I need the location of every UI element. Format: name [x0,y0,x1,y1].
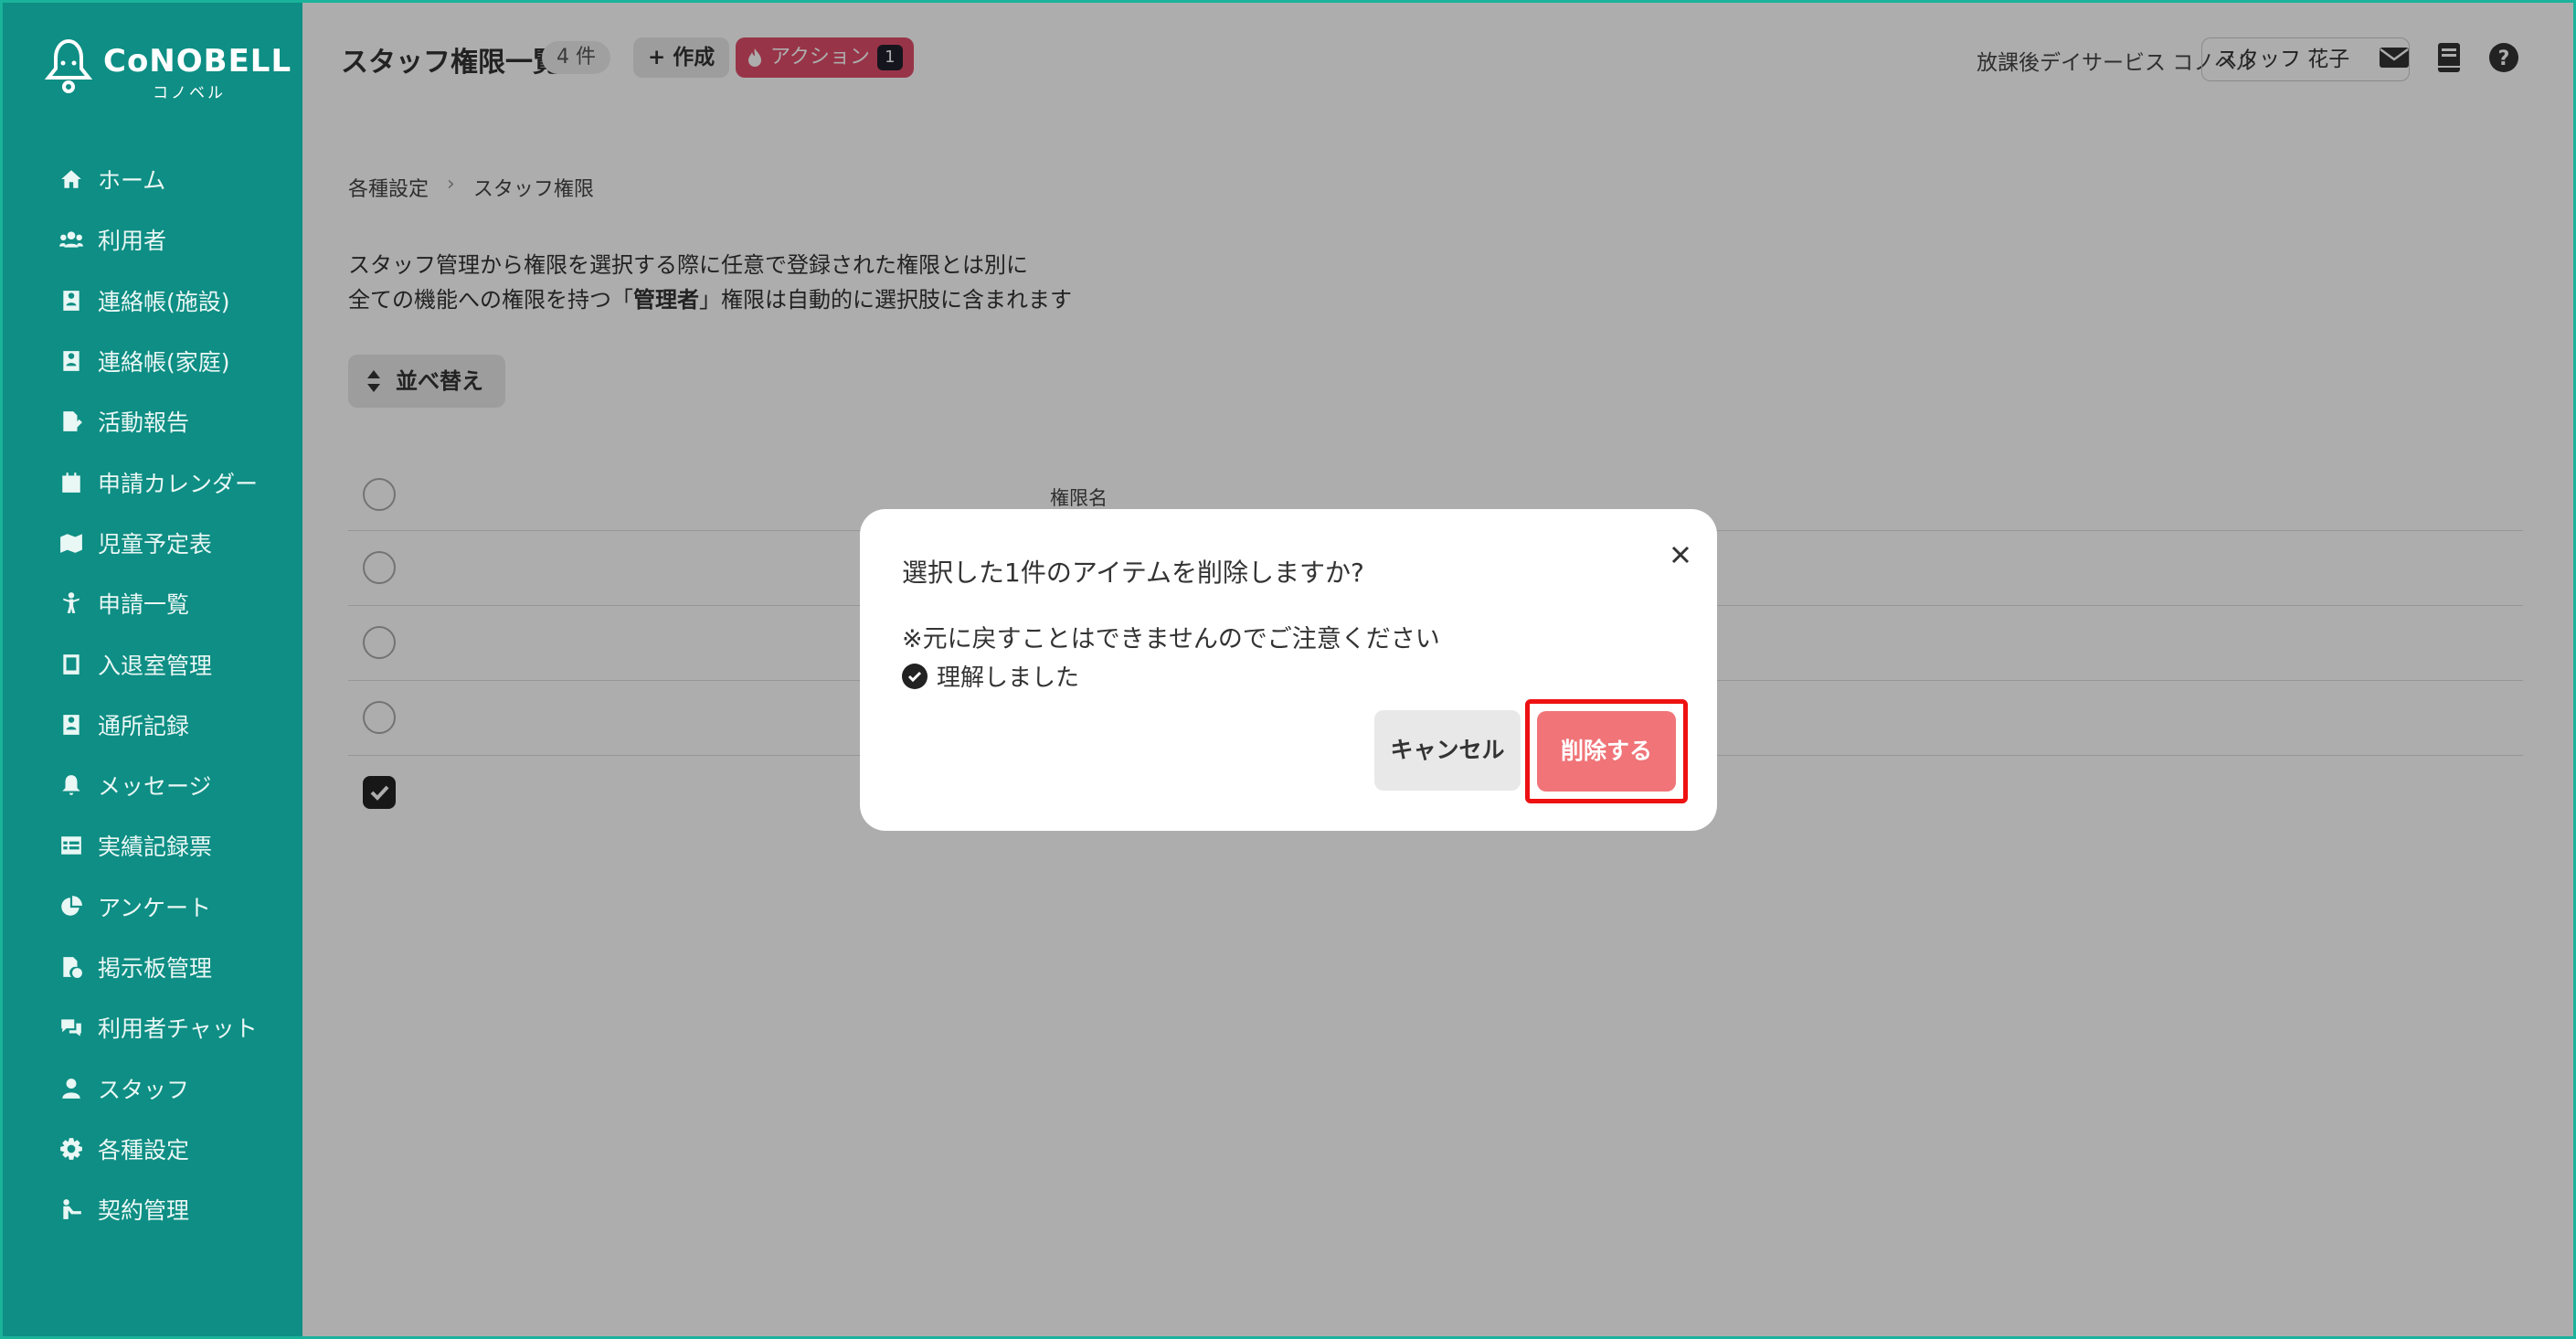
sidebar-item-entry-exit[interactable]: 入退室管理 [3,633,302,694]
sidebar-item-label: 入退室管理 [98,652,213,679]
board-icon [56,953,87,981]
child-icon [56,590,87,617]
close-icon[interactable] [1664,538,1697,571]
delete-confirm-dialog: 選択した1件のアイテムを削除しますか? ※元に戻すことはできませんのでご注意くだ… [860,509,1717,831]
table-icon [56,832,87,859]
tablet-icon [56,651,87,678]
sidebar-item-label: 契約管理 [98,1197,190,1225]
bell-logo-icon [44,38,93,93]
logo-text: CoNOBELL [103,43,292,80]
record-icon [56,711,87,739]
schedule-icon [56,529,87,557]
gear-icon [56,1135,87,1163]
sidebar-item-settings[interactable]: 各種設定 [3,1119,302,1179]
sidebar-item-activity-report[interactable]: 活動報告 [3,391,302,452]
sidebar-item-survey[interactable]: アンケート [3,877,302,937]
delete-button[interactable]: 削除する [1537,711,1676,792]
logo[interactable]: CoNOBELL コノベル [43,37,291,102]
users-icon [56,226,87,253]
bell-icon [56,771,87,799]
sidebar-item-users[interactable]: 利用者 [3,209,302,270]
sidebar-item-label: 実績記録票 [98,834,213,861]
staff-icon [56,1075,87,1102]
understood-checkbox[interactable]: 理解しました [902,659,1079,693]
sidebar-item-user-chat[interactable]: 利用者チャット [3,997,302,1057]
sidebar-item-request-calendar[interactable]: 申請カレンダー [3,452,302,512]
sidebar-item-board-management[interactable]: 掲示板管理 [3,937,302,997]
sidebar-item-label: メッセージ [98,773,212,801]
sidebar-item-request-list[interactable]: 申請一覧 [3,573,302,633]
sidebar-item-contact-home[interactable]: 連絡帳(家庭) [3,331,302,391]
sidebar-item-label: ホーム [98,167,166,195]
cancel-button[interactable]: キャンセル [1374,710,1521,791]
sidebar-item-contact-facility[interactable]: 連絡帳(施設) [3,271,302,331]
dialog-warning: ※元に戻すことはできませんのでご注意ください [902,625,1440,654]
sidebar-item-staff[interactable]: スタッフ [3,1057,302,1118]
home-icon [56,165,87,193]
report-icon [56,408,87,435]
sidebar-item-contract[interactable]: 契約管理 [3,1179,302,1239]
sidebar-item-label: 通所記録 [98,712,190,739]
sidebar-item-label: 利用者チャット [98,1015,258,1043]
calendar-icon [56,469,87,496]
pie-icon [56,893,87,920]
sidebar-item-label: 申請一覧 [98,591,190,619]
understood-label: 理解しました [937,664,1080,692]
sidebar-item-label: 連絡帳(施設) [98,288,230,315]
sidebar-item-label: 連絡帳(家庭) [98,349,230,377]
contact-book-icon [56,287,87,314]
logo-subtext: コノベル [153,84,226,102]
sidebar-item-label: 掲示板管理 [98,955,213,982]
check-circle-icon [902,663,928,689]
sidebar-item-label: 利用者 [98,228,167,255]
sidebar-item-message[interactable]: メッセージ [3,755,302,815]
sidebar: CoNOBELL コノベル ホーム 利用者 連絡帳(施設) 連絡帳(家庭) 活動… [3,3,302,1336]
sidebar-item-label: スタッフ [98,1076,190,1103]
sidebar-item-attendance-record[interactable]: 通所記録 [3,695,302,755]
contact-book-icon [56,347,87,375]
sidebar-item-label: 児童予定表 [98,530,213,558]
sidebar-nav: ホーム 利用者 連絡帳(施設) 連絡帳(家庭) 活動報告 申請カレンダー 児童予… [3,149,302,1239]
sidebar-item-performance-record[interactable]: 実績記録票 [3,815,302,876]
sidebar-item-label: 申請カレンダー [98,470,259,497]
delete-button-highlight: 削除する [1525,699,1688,803]
sidebar-item-label: アンケート [98,894,212,921]
dialog-title: 選択した1件のアイテムを削除しますか? [902,558,1364,588]
sidebar-item-home[interactable]: ホーム [3,149,302,209]
contract-icon [56,1196,87,1223]
sidebar-item-label: 各種設定 [98,1136,190,1164]
chat-icon [56,1014,87,1041]
sidebar-item-child-schedule[interactable]: 児童予定表 [3,513,302,573]
sidebar-item-label: 活動報告 [98,409,190,437]
